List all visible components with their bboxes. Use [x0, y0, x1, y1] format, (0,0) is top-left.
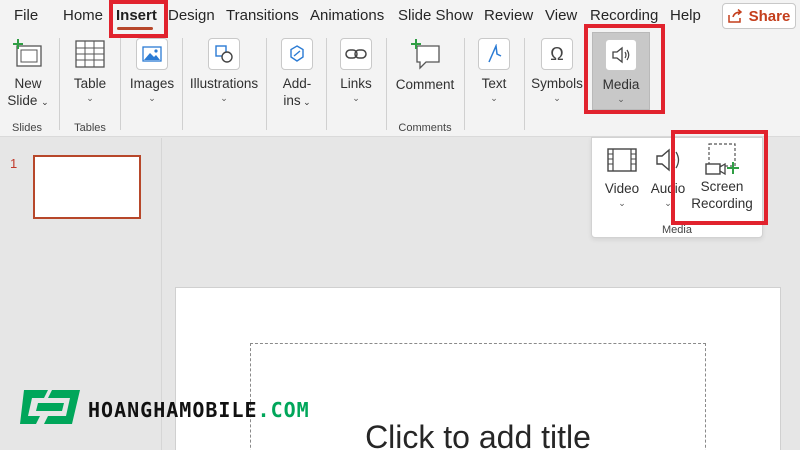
text-button[interactable]: Text ⌄: [472, 38, 516, 103]
chevron-down-icon: ⌄: [618, 198, 626, 208]
tab-slide-show[interactable]: Slide Show: [398, 7, 473, 25]
screen-recording-label-1: Screen: [700, 179, 744, 194]
add-ins-label-1: Add-: [282, 76, 312, 91]
slide-number: 1: [10, 156, 18, 171]
comment-button[interactable]: Comment: [392, 38, 458, 93]
table-icon: [75, 40, 105, 68]
comment-icon: [411, 39, 440, 70]
shapes-icon: [208, 38, 240, 70]
tab-view[interactable]: View: [545, 7, 577, 25]
chevron-down-icon: ⌄: [617, 94, 625, 104]
chevron-down-icon: ⌄: [220, 93, 228, 103]
tab-help[interactable]: Help: [670, 7, 701, 25]
media-button[interactable]: Media ⌄: [592, 32, 650, 110]
group-label-slides: Slides: [12, 122, 42, 134]
slide-thumbnail[interactable]: [33, 155, 141, 219]
group-label-comments: Comments: [398, 122, 452, 134]
illustrations-label: Illustrations: [189, 76, 259, 91]
video-label: Video: [604, 181, 640, 196]
add-ins-label-2: ins: [283, 93, 301, 108]
ribbon-separator: [386, 38, 387, 130]
symbols-label: Symbols: [531, 76, 583, 91]
chevron-down-icon: ⌄: [664, 198, 672, 208]
link-icon: [340, 38, 372, 70]
table-label: Table: [73, 76, 107, 91]
images-button[interactable]: Images ⌄: [128, 38, 176, 103]
tab-transitions[interactable]: Transitions: [226, 7, 299, 25]
audio-label: Audio: [650, 181, 686, 196]
new-slide-label-1: New: [14, 76, 42, 91]
menu-bar: File Home Insert Design Transitions Anim…: [0, 0, 800, 32]
video-film-icon: [607, 148, 637, 172]
screen-recording-label-2: Recording: [691, 196, 753, 211]
chevron-down-icon: ⌄: [490, 93, 498, 103]
images-icon: [136, 38, 168, 70]
table-button[interactable]: Table ⌄: [68, 38, 112, 103]
media-dropdown-panel: Video ⌄ Audio ⌄ Screen Recording Media: [591, 137, 763, 238]
group-label-media: Media: [662, 224, 692, 236]
screen-recording-button[interactable]: Screen Recording: [690, 142, 754, 212]
images-label: Images: [129, 76, 175, 91]
links-label: Links: [340, 76, 372, 91]
symbols-button[interactable]: Ω Symbols ⌄: [530, 38, 584, 103]
share-label: Share: [748, 7, 791, 25]
media-speaker-icon: [605, 39, 637, 71]
chevron-down-icon: ⌄: [352, 93, 360, 103]
ribbon-separator: [524, 38, 525, 130]
tab-animations[interactable]: Animations: [310, 7, 384, 25]
text-icon: [478, 38, 510, 70]
hoanghamobile-logo-icon: [20, 390, 80, 424]
comment-label: Comment: [395, 77, 455, 92]
chevron-down-icon: ⌄: [41, 97, 49, 107]
ribbon-separator: [182, 38, 183, 130]
new-slide-label-2: Slide: [7, 93, 38, 108]
ribbon-separator: [59, 38, 60, 130]
add-ins-icon: [281, 38, 313, 70]
links-button[interactable]: Links ⌄: [334, 38, 378, 103]
tab-design[interactable]: Design: [168, 7, 215, 25]
ribbon-separator: [120, 38, 121, 130]
watermark-suffix: .COM: [257, 398, 310, 422]
watermark-text: HOANGHAMOBILE.COM: [88, 398, 310, 422]
ribbon: New Slide ⌄ Slides Table ⌄ Tables Images…: [0, 32, 800, 137]
text-label: Text: [481, 76, 507, 91]
audio-speaker-icon: [656, 148, 680, 172]
add-ins-button[interactable]: Add- ins ⌄: [274, 38, 320, 111]
tab-recording[interactable]: Recording: [590, 7, 658, 25]
active-tab-indicator: [117, 27, 153, 30]
video-button[interactable]: Video ⌄: [600, 146, 644, 208]
omega-icon: Ω: [541, 38, 573, 70]
title-placeholder-text: Click to add title: [365, 419, 591, 450]
illustrations-button[interactable]: Illustrations ⌄: [188, 38, 260, 103]
group-label-tables: Tables: [74, 122, 106, 134]
screen-recording-icon: [705, 143, 739, 176]
tab-review[interactable]: Review: [484, 7, 533, 25]
new-slide-button[interactable]: New Slide ⌄: [4, 38, 52, 111]
new-slide-icon: [13, 39, 42, 67]
tab-file[interactable]: File: [14, 7, 38, 25]
tab-insert[interactable]: Insert: [116, 7, 157, 25]
share-icon: [727, 9, 742, 23]
chevron-down-icon: ⌄: [300, 97, 311, 107]
share-button[interactable]: Share: [722, 3, 796, 29]
watermark-brand: HOANGHAMOBILE: [88, 398, 258, 422]
audio-button[interactable]: Audio ⌄: [646, 146, 690, 208]
ribbon-separator: [326, 38, 327, 130]
media-label: Media: [602, 77, 640, 92]
chevron-down-icon: ⌄: [553, 93, 561, 103]
ribbon-separator: [464, 38, 465, 130]
ribbon-separator: [266, 38, 267, 130]
chevron-down-icon: ⌄: [86, 93, 94, 103]
chevron-down-icon: ⌄: [148, 93, 156, 103]
tab-home[interactable]: Home: [63, 7, 103, 25]
